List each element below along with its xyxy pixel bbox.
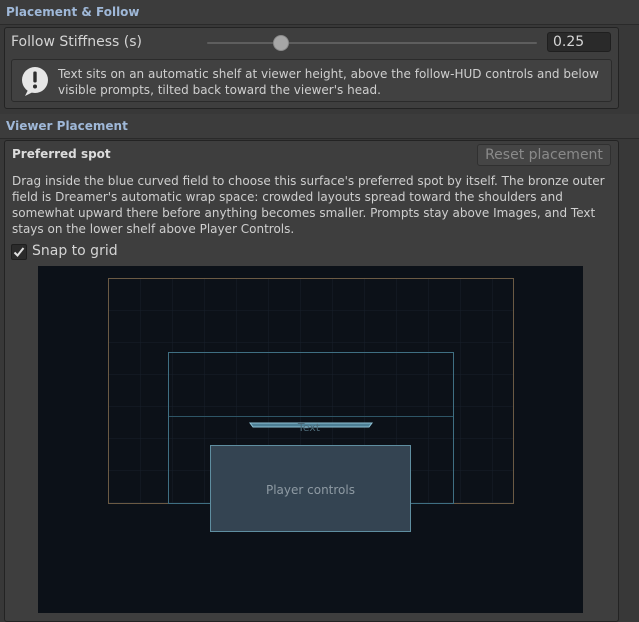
follow-stiffness-label: Follow Stiffness (s) [11, 34, 143, 50]
follow-stiffness-slider[interactable] [207, 42, 537, 44]
preferred-spot-description: Drag inside the blue curved field to cho… [12, 174, 605, 236]
viewer-placement-header[interactable]: Viewer Placement [0, 114, 639, 139]
viewer-placement-title: Viewer Placement [6, 119, 128, 133]
reset-placement-button[interactable]: Reset placement [477, 144, 611, 166]
snap-to-grid-checkbox[interactable] [11, 244, 27, 260]
placement-help-text: Text sits on an automatic shelf at viewe… [58, 67, 599, 97]
follow-stiffness-value-field[interactable]: 0.25 [547, 32, 611, 52]
placement-field-canvas[interactable]: Text Player controls [38, 266, 583, 613]
text-marker-label: Text [297, 421, 321, 434]
checkmark-icon [13, 247, 25, 257]
placement-help-box: Text sits on an automatic shelf at viewe… [11, 59, 612, 102]
preferred-spot-label: Preferred spot [12, 147, 111, 161]
snap-to-grid-label: Snap to grid [32, 243, 118, 259]
placement-follow-header[interactable]: Placement & Follow [0, 0, 639, 25]
player-controls-label: Player controls [266, 483, 355, 497]
warning-icon [19, 65, 51, 97]
follow-stiffness-slider-thumb[interactable] [272, 35, 289, 51]
placement-viewport[interactable]: Text Player controls [38, 266, 583, 613]
placement-follow-title: Placement & Follow [6, 5, 140, 19]
